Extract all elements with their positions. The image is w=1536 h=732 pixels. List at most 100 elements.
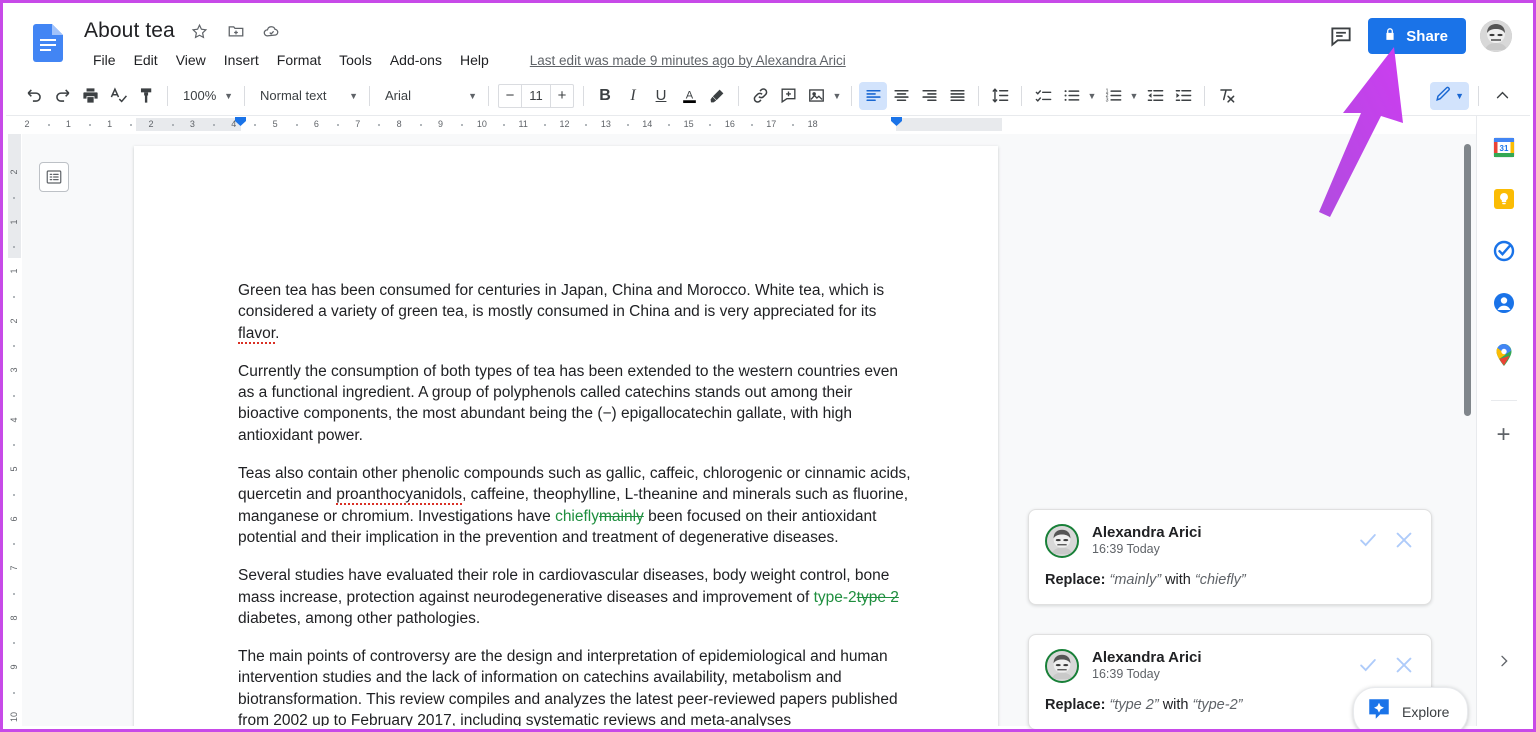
horizontal-ruler[interactable]: 21123456789101112131415161718	[6, 116, 1530, 134]
document-outline-button[interactable]	[39, 162, 69, 192]
document-text-run: diabetes, among other pathologies.	[238, 610, 480, 627]
comment-to-text: “chiefly”	[1195, 572, 1246, 588]
paragraph-style-select[interactable]: Normal text ▼	[252, 83, 362, 109]
toolbar-divider	[583, 86, 584, 106]
vertical-ruler[interactable]: 211234567891011	[6, 134, 22, 726]
chevron-down-icon: ▼	[1455, 91, 1464, 101]
redo-icon[interactable]	[48, 82, 76, 110]
decrease-indent-button[interactable]	[1141, 82, 1169, 110]
text-color-button[interactable]: A	[675, 82, 703, 110]
add-comment-button[interactable]	[774, 82, 802, 110]
align-center-button[interactable]	[887, 82, 915, 110]
vruler-minor-tick	[13, 296, 15, 298]
last-edit-link[interactable]: Last edit was made 9 minutes ago by Alex…	[530, 53, 846, 68]
document-page[interactable]: Green tea has been consumed for centurie…	[134, 146, 998, 726]
vruler-tick: 4	[9, 417, 19, 422]
align-right-button[interactable]	[915, 82, 943, 110]
align-left-button[interactable]	[859, 82, 887, 110]
decrease-font-size-button[interactable]: −	[499, 85, 521, 107]
font-family-value: Arial	[385, 88, 464, 103]
menu-view[interactable]: View	[167, 50, 215, 70]
document-title[interactable]: About tea	[84, 19, 175, 43]
document-text[interactable]: Green tea has been consumed for centurie…	[238, 280, 913, 726]
vruler-tick: 1	[9, 268, 19, 273]
ruler-tick: 7	[355, 118, 360, 131]
comment-card[interactable]: Alexandra Arici 16:39 Today Replace: “ma…	[1028, 509, 1432, 605]
bulleted-list-button[interactable]	[1057, 82, 1085, 110]
google-maps-icon[interactable]	[1491, 342, 1517, 368]
menu-bar: File Edit View Insert Format Tools Add-o…	[84, 50, 846, 70]
document-scrollbar[interactable]	[1462, 134, 1474, 726]
menu-help[interactable]: Help	[451, 50, 498, 70]
align-justify-button[interactable]	[943, 82, 971, 110]
check-icon[interactable]	[1357, 529, 1379, 551]
document-paragraph[interactable]: Several studies have evaluated their rol…	[238, 565, 913, 629]
zoom-select[interactable]: 100% ▼	[175, 83, 237, 109]
clear-formatting-button[interactable]	[1212, 82, 1240, 110]
vruler-minor-tick	[13, 444, 15, 446]
add-addon-button[interactable]: +	[1496, 423, 1510, 447]
move-to-folder-icon[interactable]	[225, 20, 247, 42]
numbered-list-chevron-icon[interactable]: ▼	[1127, 82, 1141, 110]
comment-from-text: “mainly”	[1109, 572, 1161, 588]
bold-button[interactable]: B	[591, 82, 619, 110]
google-tasks-icon[interactable]	[1491, 238, 1517, 264]
insert-image-button[interactable]	[802, 82, 830, 110]
increase-indent-button[interactable]	[1169, 82, 1197, 110]
scrollbar-thumb[interactable]	[1464, 144, 1471, 416]
editing-mode-button[interactable]: ▼	[1430, 82, 1469, 110]
google-calendar-icon[interactable]: 31	[1491, 134, 1517, 160]
svg-text:3: 3	[1105, 97, 1108, 103]
ruler-tick: 1	[66, 118, 71, 131]
ruler-minor-tick	[337, 124, 339, 126]
spellcheck-icon[interactable]	[104, 82, 132, 110]
menu-insert[interactable]: Insert	[215, 50, 268, 70]
bulleted-list-chevron-icon[interactable]: ▼	[1085, 82, 1099, 110]
document-paragraph[interactable]: The main points of controversy are the d…	[238, 646, 913, 726]
check-icon[interactable]	[1357, 654, 1379, 676]
avatar	[1045, 649, 1079, 683]
menu-file[interactable]: File	[84, 50, 125, 70]
ruler-minor-tick	[378, 124, 380, 126]
highlight-color-button[interactable]	[703, 82, 731, 110]
paragraph-style-value: Normal text	[260, 88, 345, 103]
top-bar: About tea File Edit	[6, 6, 1530, 76]
menu-format[interactable]: Format	[268, 50, 330, 70]
star-icon[interactable]	[189, 20, 211, 42]
insert-image-chevron-icon[interactable]: ▼	[830, 82, 844, 110]
expand-side-panel-button[interactable]	[1496, 653, 1512, 674]
cloud-saved-icon[interactable]	[261, 20, 283, 42]
underline-button[interactable]: U	[647, 82, 675, 110]
ruler-tick: 11	[519, 118, 528, 131]
checklist-button[interactable]	[1029, 82, 1057, 110]
menu-add-ons[interactable]: Add-ons	[381, 50, 451, 70]
numbered-list-button[interactable]: 1 2 3	[1099, 82, 1127, 110]
menu-edit[interactable]: Edit	[125, 50, 167, 70]
close-icon[interactable]	[1393, 529, 1415, 551]
ruler-tick: 5	[273, 118, 278, 131]
document-paragraph[interactable]: Green tea has been consumed for centurie…	[238, 280, 913, 344]
line-spacing-button[interactable]	[986, 82, 1014, 110]
share-button[interactable]: Share	[1368, 18, 1466, 54]
document-paragraph[interactable]: Currently the consumption of both types …	[238, 361, 913, 446]
insert-link-button[interactable]	[746, 82, 774, 110]
increase-font-size-button[interactable]: +	[551, 85, 573, 107]
google-keep-icon[interactable]	[1491, 186, 1517, 212]
document-paragraph[interactable]: Teas also contain other phenolic compoun…	[238, 463, 913, 548]
close-icon[interactable]	[1393, 654, 1415, 676]
chevron-down-icon: ▼	[349, 91, 358, 101]
italic-button[interactable]: I	[619, 82, 647, 110]
font-family-select[interactable]: Arial ▼	[377, 83, 481, 109]
comment-history-icon[interactable]	[1328, 23, 1354, 49]
explore-button[interactable]: Explore	[1353, 687, 1468, 732]
google-contacts-icon[interactable]	[1491, 290, 1517, 316]
menu-tools[interactable]: Tools	[330, 50, 381, 70]
font-size-input[interactable]: 11	[521, 85, 551, 107]
paint-format-icon[interactable]	[132, 82, 160, 110]
account-avatar[interactable]	[1480, 20, 1512, 52]
undo-icon[interactable]	[20, 82, 48, 110]
explore-icon	[1366, 696, 1392, 727]
vruler-minor-tick	[13, 593, 15, 595]
print-icon[interactable]	[76, 82, 104, 110]
collapse-toolbar-button[interactable]	[1488, 82, 1516, 110]
